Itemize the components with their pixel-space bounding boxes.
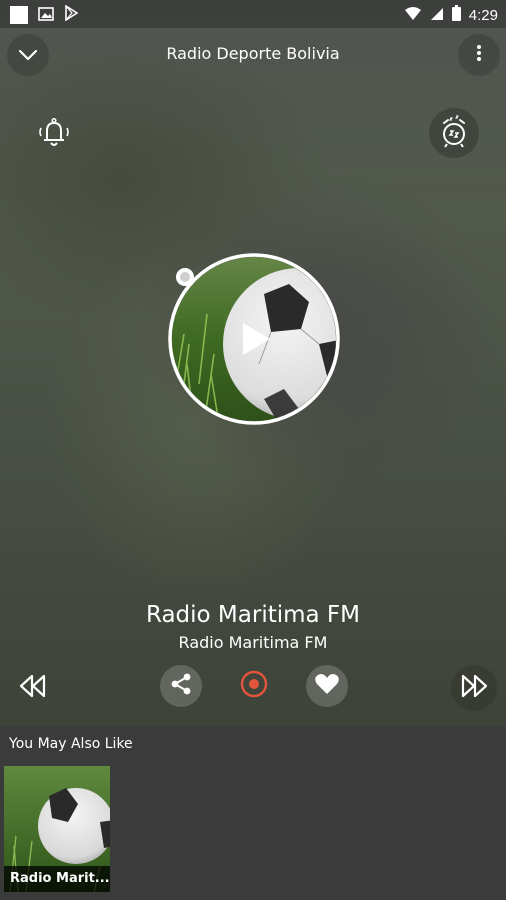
play-icon [239,323,273,362]
record-icon [239,669,269,703]
battery-icon [451,5,461,25]
recommendation-label: Radio Marit... [4,866,110,892]
notification-bell-button[interactable] [31,112,77,158]
sleep-timer-button[interactable] [429,108,479,158]
play-store-icon [64,4,79,25]
status-bar: 4:29 [0,0,506,28]
image-notification-icon [38,6,54,25]
recommendation-card[interactable]: Radio Marit... [4,766,110,892]
wifi-icon [404,6,422,25]
album-art[interactable] [159,244,349,434]
previous-button[interactable] [10,665,56,711]
page-title: Radio Deporte Bolivia [166,44,340,63]
screen: 4:29 Radio Deporte Bolivia Radio Maritim… [0,0,506,900]
play-button[interactable] [239,320,273,362]
share-icon [169,672,193,700]
top-bar: Radio Deporte Bolivia [0,32,506,76]
share-button[interactable] [160,665,202,707]
notification-square-icon [10,6,28,24]
cellular-signal-icon [430,6,444,25]
sleep-alarm-clock-icon [436,113,472,153]
favorite-button[interactable] [306,665,348,707]
next-button[interactable] [451,665,497,711]
player-controls [0,662,506,711]
heart-icon [314,672,340,700]
station-name: Radio Maritima FM [145,602,361,628]
rewind-icon [18,673,48,703]
recommendations-section: You May Also Like Radio Marit... [0,726,506,900]
fast-forward-icon [459,673,489,703]
station-subtitle: Radio Maritima FM [178,633,328,652]
more-vertical-icon [476,44,482,66]
status-time: 4:29 [468,6,498,24]
bell-ringing-icon [34,113,74,157]
more-options-button[interactable] [458,34,500,76]
record-button[interactable] [233,665,275,707]
recommendations-title: You May Also Like [9,736,133,752]
